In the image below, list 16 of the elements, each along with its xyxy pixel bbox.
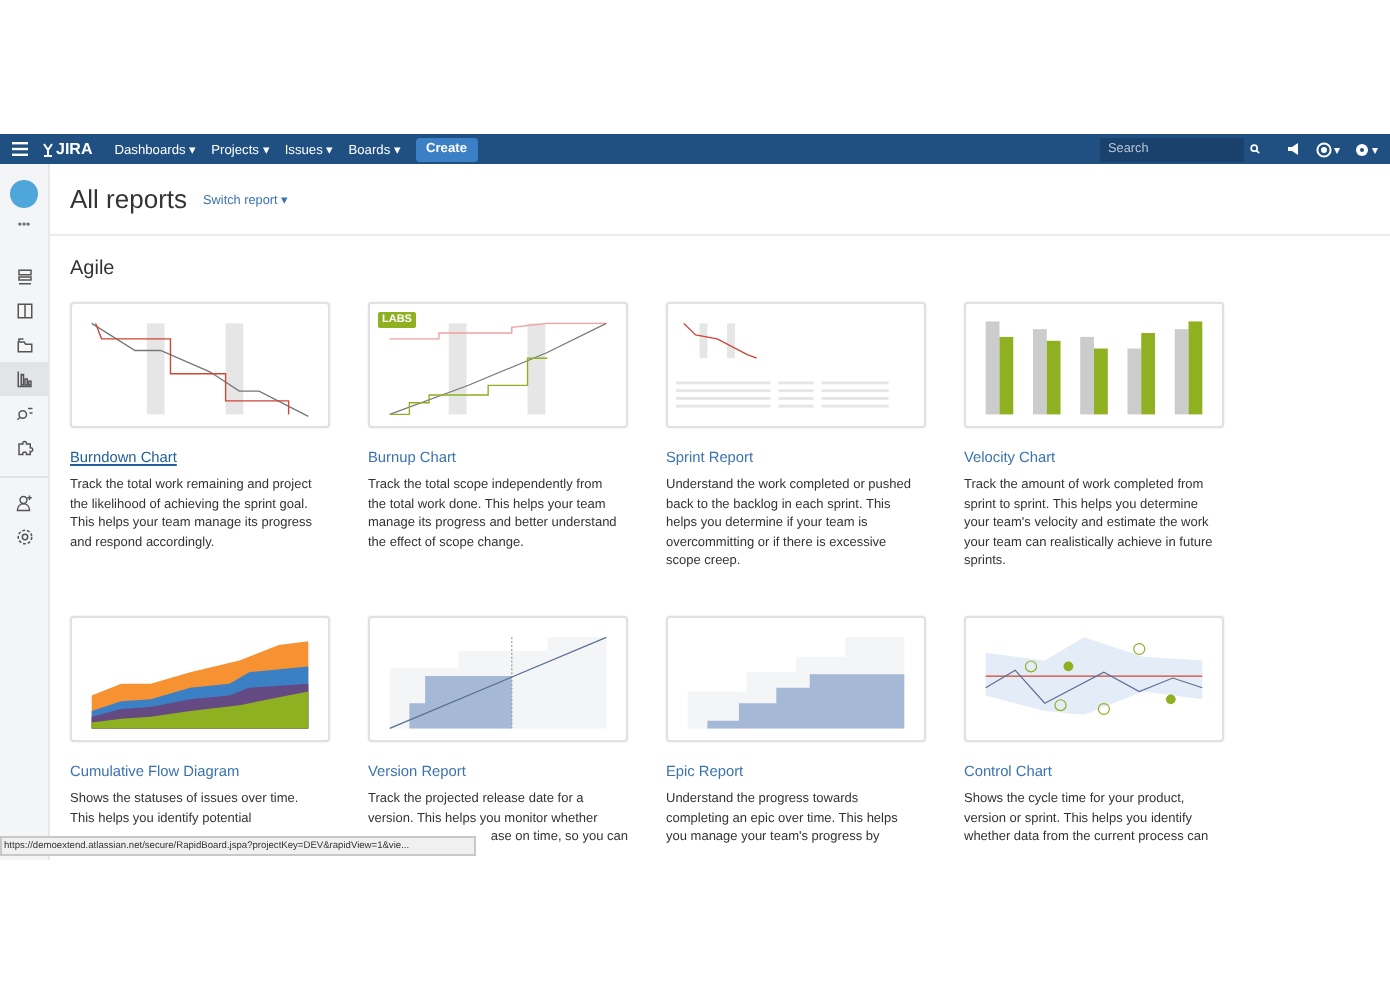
sidebar-item[interactable] bbox=[0, 362, 48, 396]
puzzle-icon bbox=[15, 438, 33, 456]
bar-chart-icon bbox=[15, 370, 33, 388]
page-title: All reports bbox=[70, 184, 188, 214]
logo-icon bbox=[42, 141, 54, 157]
logo[interactable]: JIRA bbox=[42, 140, 93, 158]
settings-icon bbox=[15, 528, 33, 546]
menu-icon[interactable] bbox=[12, 142, 28, 156]
search-icon bbox=[1250, 144, 1260, 154]
backlog-icon bbox=[15, 268, 33, 286]
megaphone-icon[interactable] bbox=[1286, 142, 1302, 156]
board-icon bbox=[15, 302, 33, 320]
logo-text: JIRA bbox=[56, 140, 93, 158]
section-heading: Agile bbox=[70, 258, 117, 280]
search-list-icon bbox=[15, 404, 33, 422]
add-user-icon bbox=[15, 494, 33, 512]
